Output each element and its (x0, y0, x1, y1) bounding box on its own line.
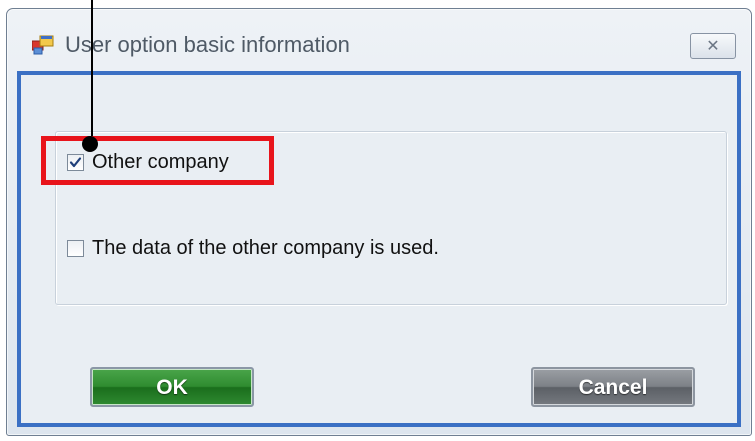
option-use-other-company-data[interactable]: The data of the other company is used. (67, 237, 439, 260)
close-icon: ✕ (706, 38, 720, 55)
use-other-company-data-checkbox[interactable] (67, 240, 84, 257)
cancel-button[interactable]: Cancel (531, 367, 695, 407)
title-bar[interactable]: User option basic information ✕ (7, 9, 751, 71)
use-other-company-data-label: The data of the other company is used. (92, 237, 439, 259)
ok-button[interactable]: OK (90, 367, 254, 407)
annotation-pointer-dot (82, 136, 98, 152)
window-title: User option basic information (65, 32, 350, 57)
annotation-highlight-box (41, 136, 274, 185)
dialog-window: User option basic information ✕ Other co… (6, 8, 752, 436)
annotation-pointer-line (91, 0, 93, 142)
close-button[interactable]: ✕ (690, 33, 736, 59)
dialog-body: Other company The data of the other comp… (17, 71, 741, 427)
application-window-icon (31, 35, 54, 55)
